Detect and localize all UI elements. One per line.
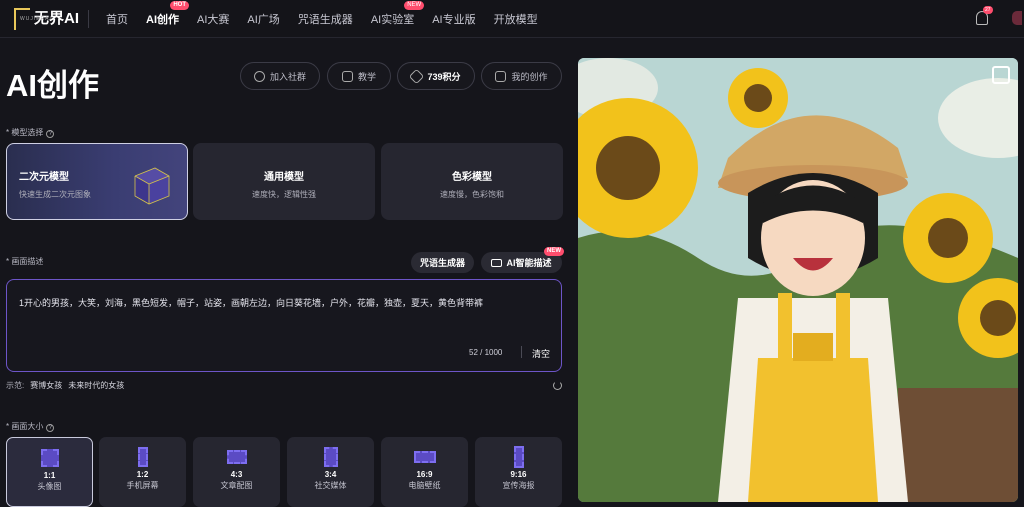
nav-item-ai-create[interactable]: AI创作 HOT (146, 1, 189, 27)
size-section-label: * 画面大小? (6, 421, 55, 432)
size-option-1-1[interactable]: 1:1 头像图 (6, 437, 93, 507)
size-ratio: 1:2 (136, 470, 149, 479)
example-item[interactable]: 未来时代的女孩 (68, 380, 124, 391)
sunflower-boy-illustration (578, 58, 1018, 502)
prompt-textarea[interactable]: 1开心的男孩，大笑，刘海，黑色短发，帽子，站姿，画朝左边，向日葵花墙，户外，花瓣… (6, 279, 562, 372)
size-ratio: 9:16 (510, 470, 527, 479)
model-card-color[interactable]: 色彩模型 速度慢，色彩饱和 (381, 143, 563, 220)
new-badge: NEW (404, 1, 425, 10)
size-name: 头像图 (37, 482, 62, 491)
label-text: 模型选择 (11, 128, 44, 137)
examples-row: 示范: 赛博女孩 未来时代的女孩 (6, 380, 130, 391)
button-label: 我的创作 (511, 71, 548, 82)
refresh-icon[interactable] (553, 381, 562, 390)
my-creations-button[interactable]: 我的创作 (481, 62, 562, 90)
prompt-text: 1开心的男孩，大笑，刘海，黑色短发，帽子，站姿，画朝左边，向日葵花墙，户外，花瓣… (19, 298, 484, 308)
nav-item-open-model[interactable]: 开放模型 (494, 11, 538, 27)
help-icon[interactable]: ? (46, 424, 55, 432)
help-icon[interactable]: ? (46, 130, 55, 138)
size-option-1-2[interactable]: 1:2 手机屏幕 (99, 437, 186, 507)
nav-item-lab[interactable]: AI实验室 NEW (370, 1, 425, 27)
model-title: 色彩模型 (452, 172, 492, 183)
example-item[interactable]: 赛博女孩 (30, 380, 62, 391)
size-ratio: 1:1 (43, 471, 56, 480)
nav-label: AI创作 (146, 14, 179, 26)
model-subtitle: 速度快，逻辑性强 (252, 190, 316, 199)
brand-tagline: WUJIERAI (20, 16, 52, 22)
notification-count: 27 (983, 6, 993, 14)
button-label: 教学 (357, 71, 376, 82)
model-subtitle: 速度慢，色彩饱和 (440, 190, 504, 199)
size-name: 文章配图 (220, 481, 253, 490)
portrait-ratio-icon (132, 446, 154, 468)
model-card-general[interactable]: 通用模型 速度快，逻辑性强 (193, 143, 375, 220)
size-ratio: 16:9 (416, 470, 433, 479)
points-icon (409, 68, 425, 84)
robot-icon (491, 258, 503, 267)
label-text: 画面描述 (11, 257, 44, 266)
points-button[interactable]: 739积分 (397, 62, 475, 90)
nav-label: AI专业版 (432, 14, 476, 26)
size-option-9-16[interactable]: 9:16 宣传海报 (475, 437, 562, 507)
size-name: 电脑壁纸 (408, 481, 441, 490)
avatar[interactable] (1012, 11, 1022, 25)
fullscreen-icon[interactable] (992, 66, 1010, 84)
nav-label: AI实验室 (370, 14, 415, 26)
nav-item-square[interactable]: AI广场 (247, 11, 279, 27)
divider (521, 346, 522, 358)
nav-label: 开放模型 (493, 14, 538, 26)
size-ratio: 4:3 (230, 470, 243, 479)
size-ratio: 3:4 (324, 470, 337, 479)
button-label: AI智能描述 (506, 258, 552, 268)
tall-ratio-icon (508, 446, 530, 468)
size-option-16-9[interactable]: 16:9 电脑壁纸 (381, 437, 468, 507)
examples-label: 示范: (6, 381, 25, 390)
model-title: 通用模型 (264, 172, 304, 183)
tutorial-button[interactable]: 教学 (327, 62, 391, 90)
new-badge: NEW (544, 247, 564, 256)
spell-generator-button[interactable]: 咒语生成器 (411, 252, 474, 273)
nav-item-pro[interactable]: AI专业版 (432, 11, 475, 27)
book-icon (341, 70, 353, 82)
square-ratio-icon (39, 447, 61, 469)
nav-item-spell-generator[interactable]: 咒语生成器 (298, 11, 353, 27)
nav-label: AI广场 (247, 14, 280, 26)
main-nav: 首页 AI创作 HOT AI大赛 AI广场 咒语生成器 AI实验室 NEW AI专业… (106, 0, 556, 38)
nav-label: AI大赛 (197, 14, 230, 26)
clear-button[interactable]: 清空 (532, 347, 550, 360)
widescreen-ratio-icon (413, 446, 436, 468)
nav-item-home[interactable]: 首页 (106, 11, 128, 27)
button-label: 739积分 (427, 71, 461, 82)
nav-divider (88, 10, 89, 28)
char-count: 52 / 1000 (469, 348, 503, 357)
chat-icon (253, 70, 265, 82)
nav-item-contest[interactable]: AI大赛 (197, 11, 229, 27)
nav-label: 咒语生成器 (297, 14, 353, 26)
size-name: 宣传海报 (502, 481, 535, 490)
button-label: 加入社群 (269, 71, 306, 82)
model-section-label: * 模型选择? (6, 127, 55, 138)
page-title: AI创作 (6, 68, 99, 103)
prompt-section-label: * 画面描述 (6, 257, 44, 266)
size-name: 手机屏幕 (126, 481, 159, 490)
ai-describe-button[interactable]: AI智能描述 NEW (481, 247, 564, 273)
landscape-ratio-icon (226, 446, 248, 468)
generated-image-preview[interactable] (578, 58, 1018, 502)
portrait-ratio-icon (320, 446, 342, 468)
nav-label: 首页 (106, 14, 128, 26)
label-text: 画面大小 (11, 422, 44, 431)
hot-badge: HOT (170, 1, 189, 10)
size-name: 社交媒体 (314, 481, 347, 490)
size-option-4-3[interactable]: 4:3 文章配图 (193, 437, 280, 507)
size-option-3-4[interactable]: 3:4 社交媒体 (287, 437, 374, 507)
folder-icon (495, 70, 507, 82)
model-card-anime[interactable]: 二次元模型 快速生成二次元图象 (6, 143, 188, 220)
top-navigation-bar: 无界AI WUJIERAI 首页 AI创作 HOT AI大赛 AI广场 咒语生成器… (0, 0, 1024, 38)
button-label: 咒语生成器 (419, 258, 465, 268)
cube-illustration-icon (134, 167, 170, 205)
join-community-button[interactable]: 加入社群 (240, 62, 320, 90)
